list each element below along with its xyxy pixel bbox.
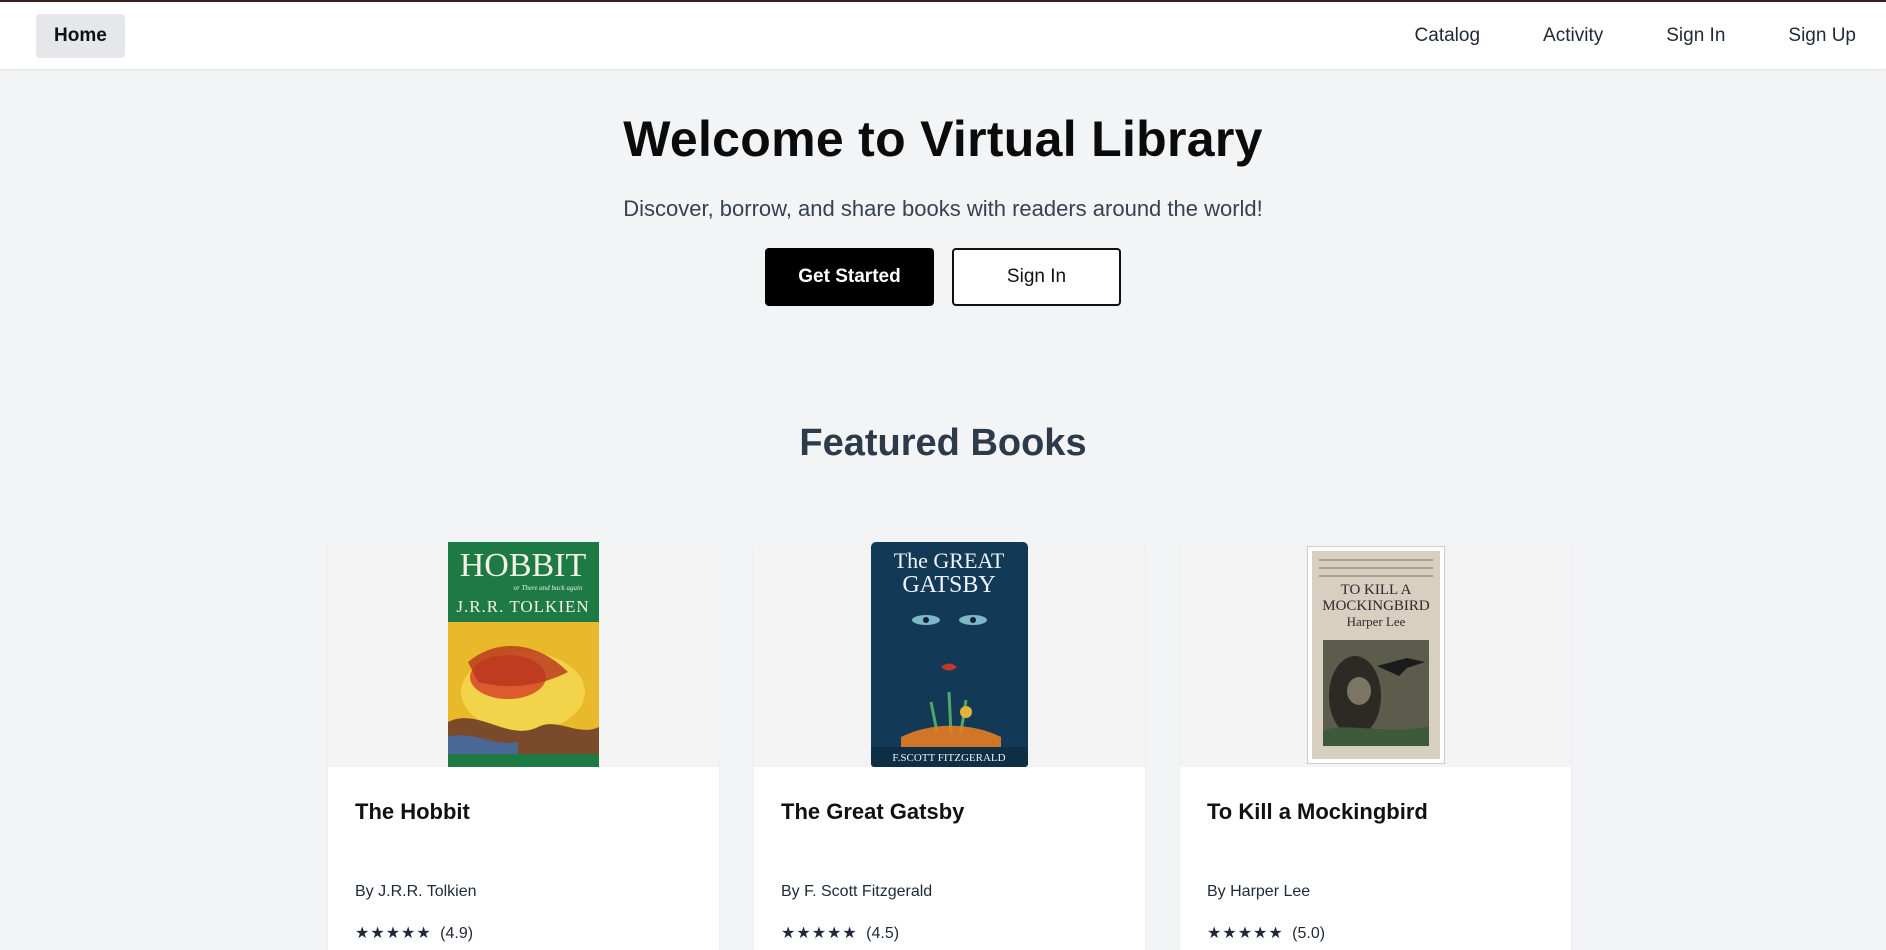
book-cover-area: HOBBIT or There and back again J.R.R. TO…	[328, 542, 719, 767]
book-title[interactable]: The Hobbit	[355, 799, 692, 883]
hero-title: Welcome to Virtual Library	[623, 111, 1263, 167]
book-cover-to-kill-a-mockingbird[interactable]: TO KILL A MOCKINGBIRD Harper Lee	[1306, 545, 1445, 764]
book-card[interactable]: HOBBIT or There and back again J.R.R. TO…	[328, 542, 719, 950]
nav-link-sign-in[interactable]: Sign In	[1666, 25, 1725, 47]
book-card-body: The Great Gatsby By F. Scott Fitzgerald …	[754, 767, 1145, 943]
svg-text:MOCKINGBIRD: MOCKINGBIRD	[1322, 598, 1430, 614]
hero-subtitle: Discover, borrow, and share books with r…	[623, 196, 1263, 221]
svg-text:The GREAT: The GREAT	[894, 548, 1005, 573]
book-author: By Harper Lee	[1207, 883, 1311, 900]
star-rating-icon: ★★★★★	[355, 925, 432, 942]
nav-link-sign-up[interactable]: Sign Up	[1788, 25, 1856, 47]
book-card[interactable]: TO KILL A MOCKINGBIRD Harper Lee To Kill…	[1180, 542, 1571, 950]
book-cover-area: The GREAT GATSBY F.SCOTT FITZGERALD	[754, 542, 1145, 767]
nav-links: Catalog Activity Sign In Sign Up	[1415, 25, 1856, 47]
svg-text:or There and back again: or There and back again	[514, 584, 583, 592]
book-rating: ★★★★★ (5.0)	[1207, 923, 1544, 943]
book-card-body: To Kill a Mockingbird By Harper Lee ★★★★…	[1180, 767, 1571, 943]
hero-sign-in-button[interactable]: Sign In	[952, 248, 1121, 306]
top-navbar: Home Catalog Activity Sign In Sign Up	[0, 2, 1886, 69]
featured-books-list: HOBBIT or There and back again J.R.R. TO…	[328, 542, 1571, 950]
book-cover-area: TO KILL A MOCKINGBIRD Harper Lee	[1180, 542, 1571, 767]
hero-buttons: Get Started Sign In	[0, 248, 1886, 306]
rating-value: (4.5)	[866, 925, 900, 942]
svg-text:TO KILL A: TO KILL A	[1340, 582, 1411, 598]
nav-link-catalog[interactable]: Catalog	[1415, 25, 1481, 47]
book-title[interactable]: To Kill a Mockingbird	[1207, 799, 1544, 883]
star-rating-icon: ★★★★★	[1207, 925, 1284, 942]
svg-text:HOBBIT: HOBBIT	[460, 547, 587, 584]
svg-text:J.R.R. TOLKIEN: J.R.R. TOLKIEN	[456, 597, 589, 616]
book-card-body: The Hobbit By J.R.R. Tolkien ★★★★★ (4.9)	[328, 767, 719, 943]
book-cover-great-gatsby[interactable]: The GREAT GATSBY F.SCOTT FITZGERALD	[871, 542, 1028, 767]
rating-value: (5.0)	[1292, 925, 1326, 942]
book-author: By J.R.R. Tolkien	[355, 883, 477, 900]
svg-text:Harper Lee: Harper Lee	[1346, 614, 1405, 629]
featured-books-heading: Featured Books	[799, 422, 1087, 464]
star-rating-icon: ★★★★★	[781, 925, 858, 942]
book-cover-hobbit[interactable]: HOBBIT or There and back again J.R.R. TO…	[448, 542, 599, 767]
nav-link-activity[interactable]: Activity	[1543, 25, 1603, 47]
book-card[interactable]: The GREAT GATSBY F.SCOTT FITZGERALD The …	[754, 542, 1145, 950]
book-title[interactable]: The Great Gatsby	[781, 799, 1118, 883]
hero-section: Welcome to Virtual Library Discover, bor…	[0, 110, 1886, 306]
svg-text:GATSBY: GATSBY	[902, 572, 995, 598]
book-author: By F. Scott Fitzgerald	[781, 883, 933, 900]
book-rating: ★★★★★ (4.9)	[355, 923, 692, 943]
svg-text:F.SCOTT FITZGERALD: F.SCOTT FITZGERALD	[892, 752, 1005, 764]
rating-value: (4.9)	[440, 925, 474, 942]
book-rating: ★★★★★ (4.5)	[781, 923, 1118, 943]
get-started-button[interactable]: Get Started	[765, 248, 934, 306]
nav-home-button[interactable]: Home	[36, 13, 125, 58]
